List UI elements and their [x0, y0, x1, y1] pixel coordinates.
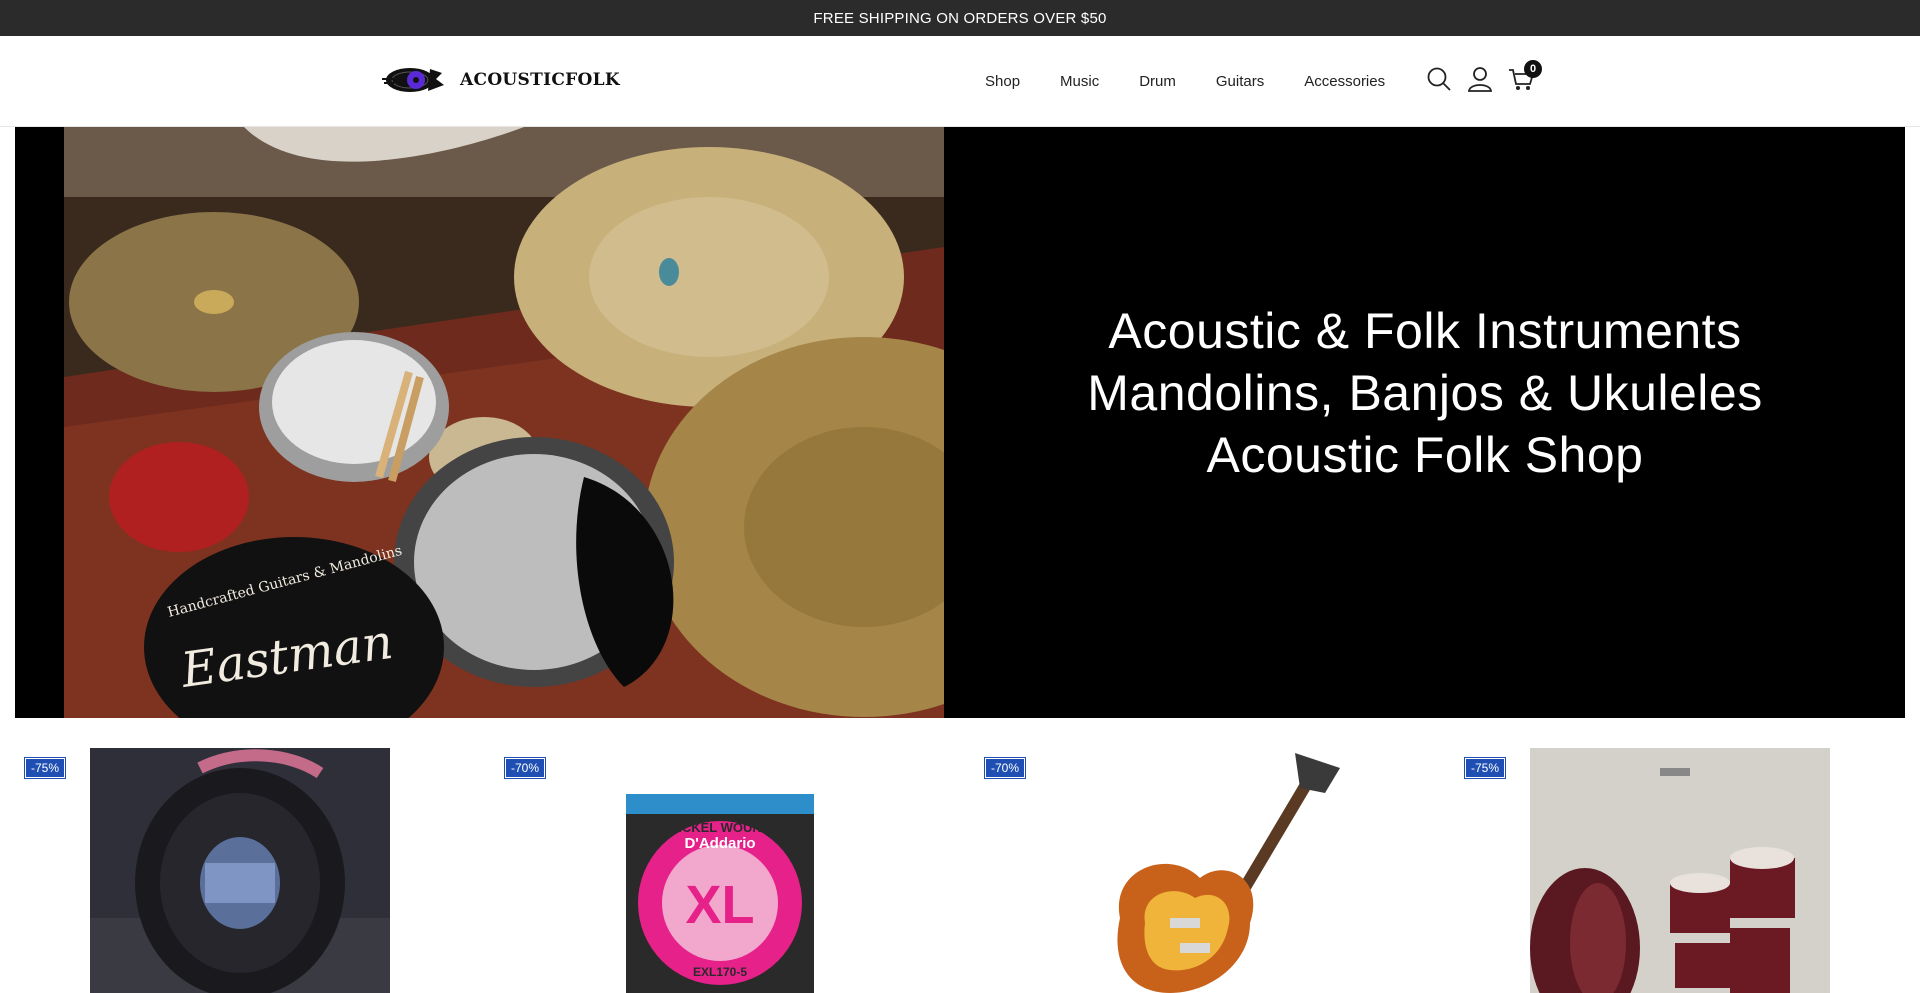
logo-mark-icon: [380, 63, 446, 97]
header-icons: 0: [1426, 60, 1542, 94]
strings-size-label: XL: [685, 875, 754, 935]
product-card[interactable]: -70% XL D'Addario NICKEL WOUND EXL170-5: [480, 748, 960, 993]
discount-badge: -70%: [503, 757, 547, 779]
hero-text-block: Acoustic & Folk Instruments Mandolins, B…: [945, 127, 1905, 718]
hero-heading-line-1: Acoustic & Folk Instruments: [1108, 303, 1742, 359]
product-card[interactable]: -75%: [1440, 748, 1920, 993]
strings-brand-label: D'Addario: [684, 835, 755, 852]
search-icon[interactable]: [1426, 64, 1452, 94]
discount-badge: -75%: [1463, 757, 1507, 779]
hero-heading-line-3: Acoustic Folk Shop: [1206, 427, 1644, 483]
product-image-electric-guitar[interactable]: [1050, 748, 1350, 993]
nav-accessories[interactable]: Accessories: [1304, 73, 1385, 90]
brand-name: ACOUSTICFOLK: [460, 70, 620, 90]
discount-badge: -75%: [23, 757, 67, 779]
product-grid: -75% -70% XL D'Addario NICKEL WOUND EXL1…: [0, 748, 1920, 993]
nav-music[interactable]: Music: [1060, 73, 1099, 90]
nav-guitars[interactable]: Guitars: [1216, 73, 1264, 90]
logo-link[interactable]: ACOUSTICFOLK: [380, 63, 620, 97]
product-image-bass-strings[interactable]: XL D'Addario NICKEL WOUND EXL170-5: [570, 748, 870, 993]
discount-badge: -70%: [983, 757, 1027, 779]
announcement-bar: FREE SHIPPING ON ORDERS OVER $50: [0, 0, 1920, 36]
product-card[interactable]: -70%: [960, 748, 1440, 993]
product-card[interactable]: -75%: [0, 748, 480, 993]
strings-series-label: NICKEL WOUND: [669, 820, 771, 835]
cart-icon[interactable]: 0: [1508, 60, 1542, 94]
announcement-text: FREE SHIPPING ON ORDERS OVER $50: [813, 9, 1107, 27]
nav-drum[interactable]: Drum: [1139, 73, 1176, 90]
cart-count-badge: 0: [1524, 60, 1542, 78]
product-image-drum-kit[interactable]: [1530, 748, 1830, 993]
hero-banner[interactable]: Eastman Handcrafted Guitars & Mandolins …: [15, 127, 1905, 718]
user-icon[interactable]: [1467, 64, 1493, 94]
site-header: ACOUSTICFOLK Shop Music Drum Guitars Acc…: [0, 36, 1920, 127]
strings-code-label: EXL170-5: [693, 965, 747, 979]
hero-drum-photo: Eastman Handcrafted Guitars & Mandolins: [64, 127, 944, 718]
product-image-cable-reel[interactable]: [90, 748, 390, 993]
nav-shop[interactable]: Shop: [985, 73, 1020, 90]
hero-heading-line-2: Mandolins, Banjos & Ukuleles: [1087, 365, 1763, 421]
main-nav: Shop Music Drum Guitars Accessories: [985, 36, 1385, 126]
